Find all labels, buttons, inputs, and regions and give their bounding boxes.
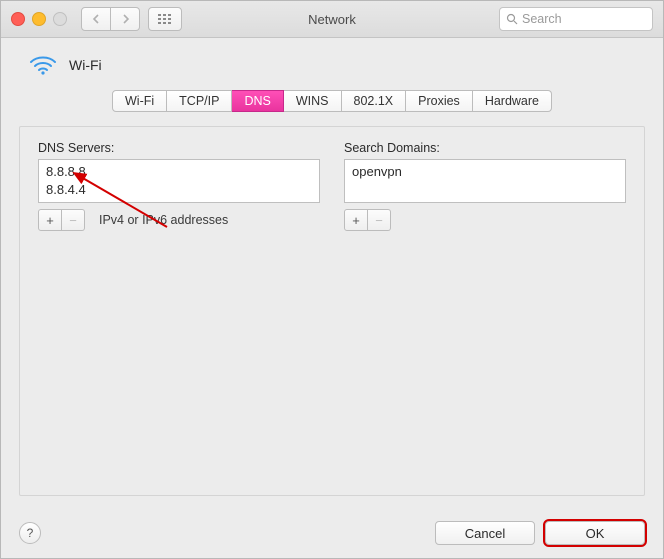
dns-hint: IPv4 or IPv6 addresses xyxy=(99,213,228,227)
footer: ? Cancel OK xyxy=(1,508,663,558)
minimize-icon[interactable] xyxy=(32,12,46,26)
network-prefs-window: Network Search Wi-Fi Wi-Fi TCP/IP DNS WI… xyxy=(0,0,664,559)
window-controls xyxy=(11,12,67,26)
cancel-button[interactable]: Cancel xyxy=(435,521,535,545)
domain-remove-button[interactable]: − xyxy=(368,209,391,231)
dns-servers-list[interactable]: 8.8.8.8 8.8.4.4 xyxy=(38,159,320,203)
wifi-icon xyxy=(29,54,57,76)
dns-servers-label: DNS Servers: xyxy=(38,141,320,155)
grid-icon xyxy=(158,14,172,24)
forward-button[interactable] xyxy=(111,7,140,31)
dns-remove-button[interactable]: − xyxy=(62,209,85,231)
tab-tcpip[interactable]: TCP/IP xyxy=(167,90,232,112)
list-item[interactable]: openvpn xyxy=(352,163,618,181)
search-icon xyxy=(506,13,518,25)
search-domains-label: Search Domains: xyxy=(344,141,626,155)
maximize-icon xyxy=(53,12,67,26)
domain-add-button[interactable]: + xyxy=(344,209,368,231)
tab-wins[interactable]: WINS xyxy=(284,90,342,112)
show-all-button[interactable] xyxy=(148,7,182,31)
search-domains-column: Search Domains: openvpn + − xyxy=(344,141,626,231)
tab-wifi[interactable]: Wi-Fi xyxy=(112,90,167,112)
dns-add-button[interactable]: + xyxy=(38,209,62,231)
tab-bar: Wi-Fi TCP/IP DNS WINS 802.1X Proxies Har… xyxy=(19,90,645,112)
titlebar: Network Search xyxy=(1,1,663,38)
ok-button[interactable]: OK xyxy=(545,521,645,545)
tab-proxies[interactable]: Proxies xyxy=(406,90,473,112)
content-area: Wi-Fi Wi-Fi TCP/IP DNS WINS 802.1X Proxi… xyxy=(1,38,663,496)
list-item[interactable]: 8.8.4.4 xyxy=(46,181,312,199)
nav-back-forward xyxy=(81,7,140,31)
help-button[interactable]: ? xyxy=(19,522,41,544)
list-item[interactable]: 8.8.8.8 xyxy=(46,163,312,181)
search-domains-list[interactable]: openvpn xyxy=(344,159,626,203)
tab-hardware[interactable]: Hardware xyxy=(473,90,552,112)
interface-name: Wi-Fi xyxy=(69,57,102,73)
tab-8021x[interactable]: 802.1X xyxy=(342,90,407,112)
search-placeholder: Search xyxy=(522,12,562,26)
dns-panel: DNS Servers: 8.8.8.8 8.8.4.4 + − IPv4 or… xyxy=(19,126,645,496)
tab-dns[interactable]: DNS xyxy=(232,90,283,112)
back-button[interactable] xyxy=(81,7,111,31)
interface-header: Wi-Fi xyxy=(19,50,645,86)
dns-servers-column: DNS Servers: 8.8.8.8 8.8.4.4 + − IPv4 or… xyxy=(38,141,320,231)
close-icon[interactable] xyxy=(11,12,25,26)
search-field[interactable]: Search xyxy=(499,7,653,31)
